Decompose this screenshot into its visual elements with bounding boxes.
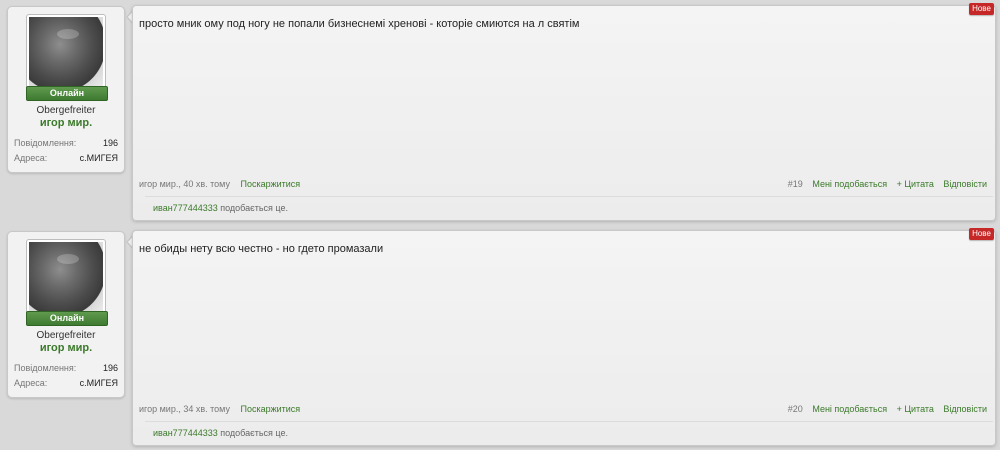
avatar[interactable] [26, 239, 106, 317]
likes-summary: иван777444333 подобається це. [145, 196, 993, 221]
online-badge: Онлайн [26, 86, 108, 101]
post: Онлайн Obergefreiter игор мир. Повідомле… [0, 228, 1000, 446]
post-actions: #20 Мені подобається + Цитата Відповісти [788, 404, 987, 414]
likes-text: иван777444333 подобається це. [153, 203, 288, 213]
likes-summary: иван777444333 подобається це. [145, 421, 993, 446]
quote-button[interactable]: + Цитата [897, 179, 934, 189]
stat-label: Адреса: [14, 378, 48, 388]
post-meta: игор мир., 40 хв. тому Поскаржитися [139, 179, 300, 189]
reply-button[interactable]: Відповісти [943, 179, 987, 189]
username-link[interactable]: игор мир. [8, 117, 124, 129]
likes-text: иван777444333 подобається це. [153, 428, 288, 438]
avatar[interactable] [26, 14, 106, 92]
like-button[interactable]: Мені подобається [812, 179, 887, 189]
avatar-image [29, 242, 103, 314]
liked-by-user[interactable]: иван777444333 [153, 428, 218, 438]
stat-label: Адреса: [14, 153, 48, 163]
avatar-highlight [57, 29, 79, 39]
likes-suffix: подобається це. [217, 203, 288, 213]
quote-button[interactable]: + Цитата [897, 404, 934, 414]
new-badge: Нове [969, 228, 994, 240]
likes-suffix: подобається це. [217, 428, 288, 438]
report-link[interactable]: Поскаржитися [240, 179, 300, 189]
message-text: просто мник ому под ногу не попали бизне… [139, 18, 580, 30]
avatar-highlight [57, 254, 79, 264]
report-link[interactable]: Поскаржитися [240, 404, 300, 414]
reply-button[interactable]: Відповісти [943, 404, 987, 414]
author-time[interactable]: игор мир., 34 хв. тому [139, 404, 230, 414]
user-card: Онлайн Obergefreiter игор мир. Повідомле… [7, 231, 125, 398]
post-body: Нове не обиды нету всю честно - но гдето… [132, 228, 996, 446]
user-rank: Obergefreiter [36, 105, 96, 116]
message-text: не обиды нету всю честно - но гдето пром… [139, 243, 384, 255]
stat-value: с.МИГЕЯ [79, 378, 118, 388]
stat-label: Повідомлення: [14, 363, 77, 373]
post-body: Нове просто мник ому под ногу не попали … [132, 3, 996, 221]
avatar-image [29, 17, 103, 89]
post-number[interactable]: #19 [788, 179, 803, 189]
like-button[interactable]: Мені подобається [812, 404, 887, 414]
post-actions: #19 Мені подобається + Цитата Відповісти [788, 179, 987, 189]
username-link[interactable]: игор мир. [8, 342, 124, 354]
post: Онлайн Obergefreiter игор мир. Повідомле… [0, 3, 1000, 221]
author-time[interactable]: игор мир., 40 хв. тому [139, 179, 230, 189]
post-number[interactable]: #20 [788, 404, 803, 414]
liked-by-user[interactable]: иван777444333 [153, 203, 218, 213]
stat-value: 196 [102, 363, 118, 373]
new-badge: Нове [969, 3, 994, 15]
online-badge: Онлайн [26, 311, 108, 326]
user-rank: Obergefreiter [36, 330, 96, 341]
post-meta: игор мир., 34 хв. тому Поскаржитися [139, 404, 300, 414]
stat-value: с.МИГЕЯ [79, 153, 118, 163]
stat-value: 196 [102, 138, 118, 148]
stat-label: Повідомлення: [14, 138, 77, 148]
user-card: Онлайн Obergefreiter игор мир. Повідомле… [7, 6, 125, 173]
